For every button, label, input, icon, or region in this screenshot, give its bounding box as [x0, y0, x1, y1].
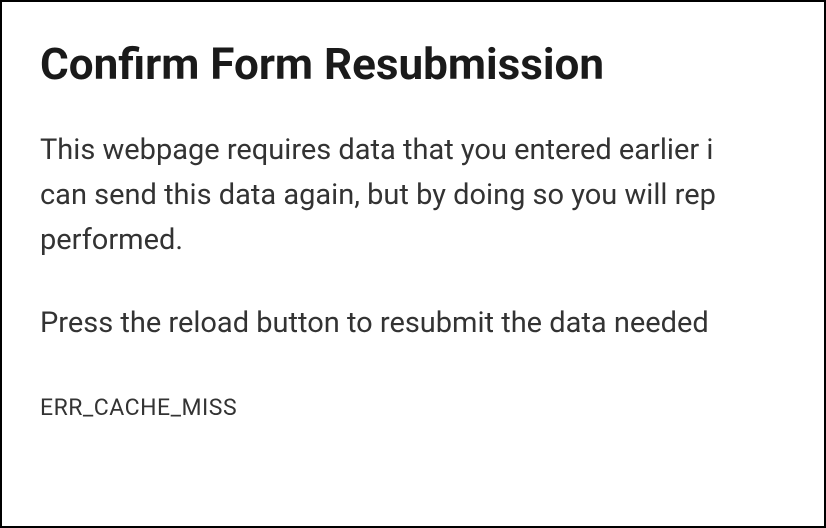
error-instruction: Press the reload button to resubmit the …: [40, 301, 824, 346]
error-description: This webpage requires data that you ente…: [40, 128, 824, 263]
error-code: ERR_CACHE_MISS: [40, 394, 824, 421]
error-description-line1: This webpage requires data that you ente…: [40, 128, 824, 173]
error-description-line3: performed.: [40, 218, 824, 263]
error-title: Confirm Form Resubmission: [40, 38, 824, 90]
error-description-line2: can send this data again, but by doing s…: [40, 173, 824, 218]
